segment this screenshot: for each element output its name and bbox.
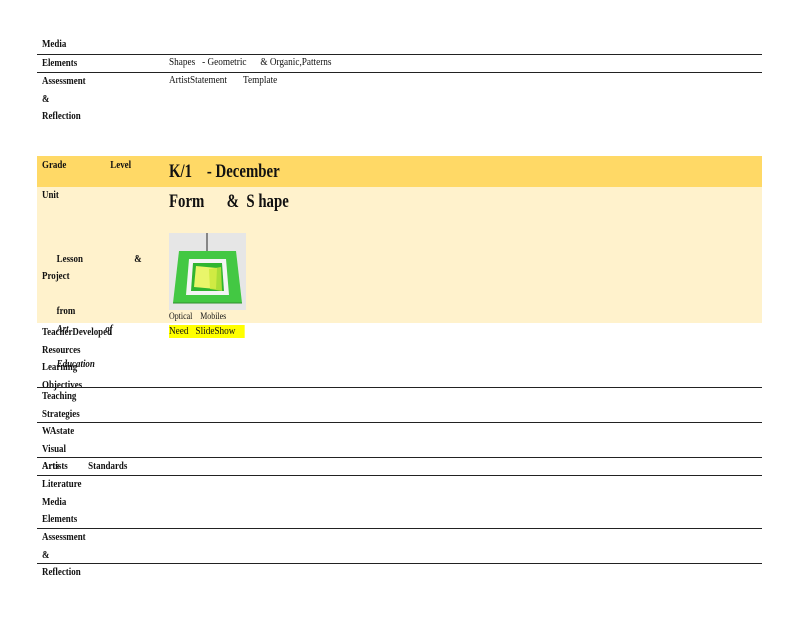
artists-label: Artists	[42, 461, 68, 472]
optical-mobile-illustration	[169, 233, 246, 310]
divider	[37, 563, 762, 564]
grade-level-label: Grade Level	[42, 160, 132, 171]
lesson-project-line-2: from	[56, 306, 76, 317]
image-caption: Optical Mobiles	[169, 311, 227, 321]
unit-label: Unit	[42, 190, 59, 201]
assessment-label: Assessment & Reflection	[42, 76, 86, 122]
assessment-value: ArtistStatement Template	[169, 75, 278, 86]
slideshow-highlight: Need SlideShow	[169, 325, 245, 338]
elements-value: Shapes - Geometric & Organic,Patterns	[169, 57, 332, 68]
teaching-strategies-label: Teaching Strategies	[42, 391, 136, 420]
teacher-resources-label: TeacherDeveloped Resources	[42, 327, 113, 356]
assessment-reflection-label: Assessment & Reflection	[42, 532, 86, 578]
unit-value: Form & S hape	[169, 191, 289, 212]
elements-label: Elements	[42, 58, 78, 69]
media-label: Media	[42, 39, 67, 50]
grade-level-value: K/1 - December	[169, 161, 280, 182]
slideshow-link[interactable]: Need SlideShow	[169, 323, 245, 340]
literature-media-elements-label: Literature Media Elements	[42, 479, 82, 525]
lesson-project-line-1: Lesson & Project	[42, 253, 150, 283]
optical-mobile-image	[169, 233, 246, 310]
